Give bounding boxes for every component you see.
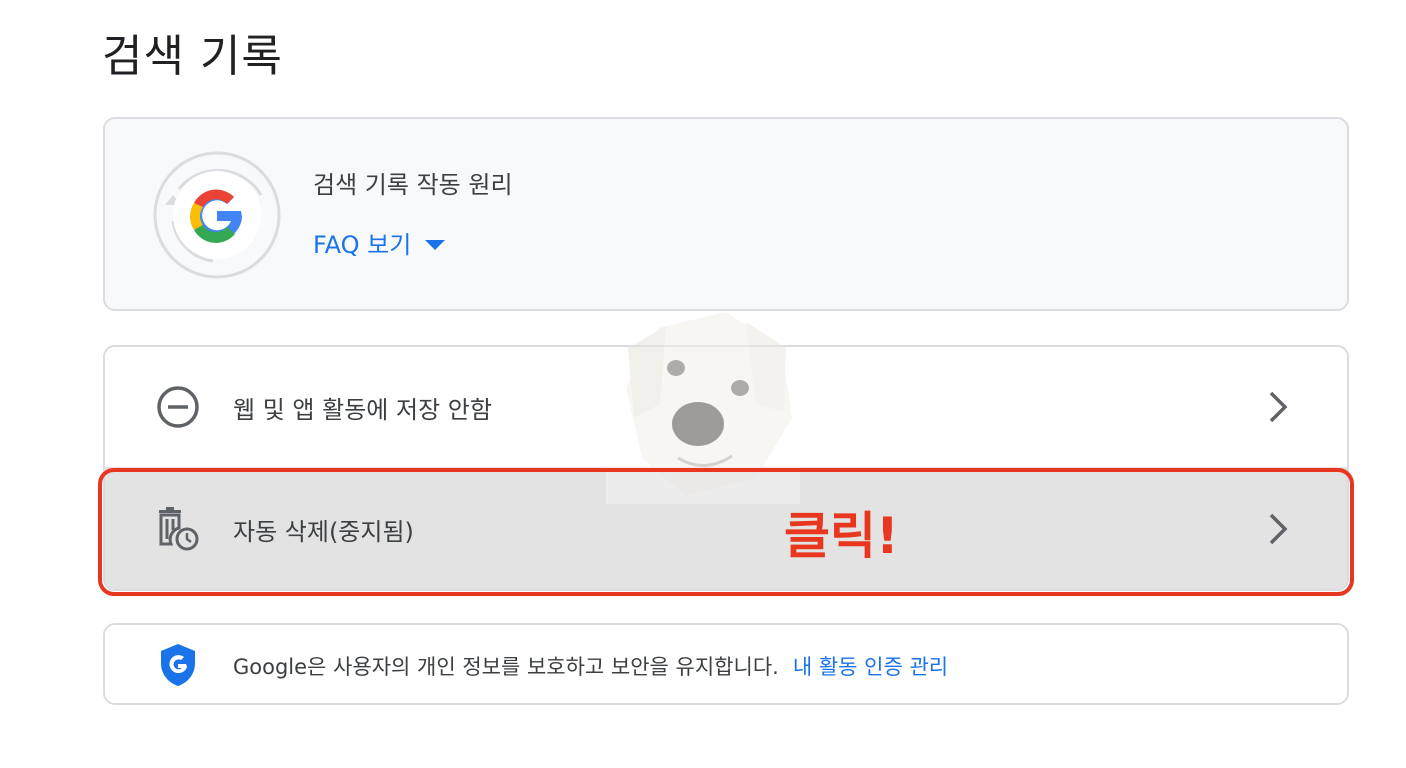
security-text: Google은 사용자의 개인 정보를 보호하고 보안을 유지합니다.	[233, 655, 779, 679]
minus-circle-icon	[157, 386, 199, 428]
chevron-right-icon[interactable]	[1267, 389, 1289, 425]
settings-card: 웹 및 앱 활동에 저장 안함 자동 삭제(중지됨)	[103, 345, 1349, 591]
click-annotation: 클릭!	[784, 507, 899, 565]
info-card-title: 검색 기록 작동 원리	[313, 171, 513, 199]
auto-delete-label: 자동 삭제(중지됨)	[233, 517, 414, 546]
faq-link-label[interactable]: FAQ 보기	[313, 225, 411, 260]
trash-clock-icon	[159, 507, 199, 551]
faq-toggle-link[interactable]: FAQ 보기	[313, 225, 446, 260]
google-history-icon	[151, 149, 283, 281]
info-card: 검색 기록 작동 원리 FAQ 보기	[103, 117, 1349, 311]
security-card: Google은 사용자의 개인 정보를 보호하고 보안을 유지합니다. 내 활동 …	[103, 623, 1349, 705]
web-app-activity-label: 웹 및 앱 활동에 저장 안함	[233, 395, 492, 424]
caret-down-icon[interactable]	[425, 239, 446, 250]
search-history-page: 검색 기록 검색 기록 작동 원리 FAQ 보기 웹 및 앱 활동에 저장 안함…	[0, 0, 1406, 768]
security-message: Google은 사용자의 개인 정보를 보호하고 보안을 유지합니다. 내 활동 …	[233, 651, 948, 681]
auto-delete-row[interactable]: 자동 삭제(중지됨)	[105, 467, 1347, 589]
manage-verification-link[interactable]: 내 활동 인증 관리	[793, 655, 948, 679]
shield-g-icon	[161, 644, 195, 686]
web-app-activity-row[interactable]: 웹 및 앱 활동에 저장 안함	[105, 347, 1347, 467]
chevron-right-icon[interactable]	[1267, 511, 1289, 547]
page-title: 검색 기록	[102, 31, 283, 82]
